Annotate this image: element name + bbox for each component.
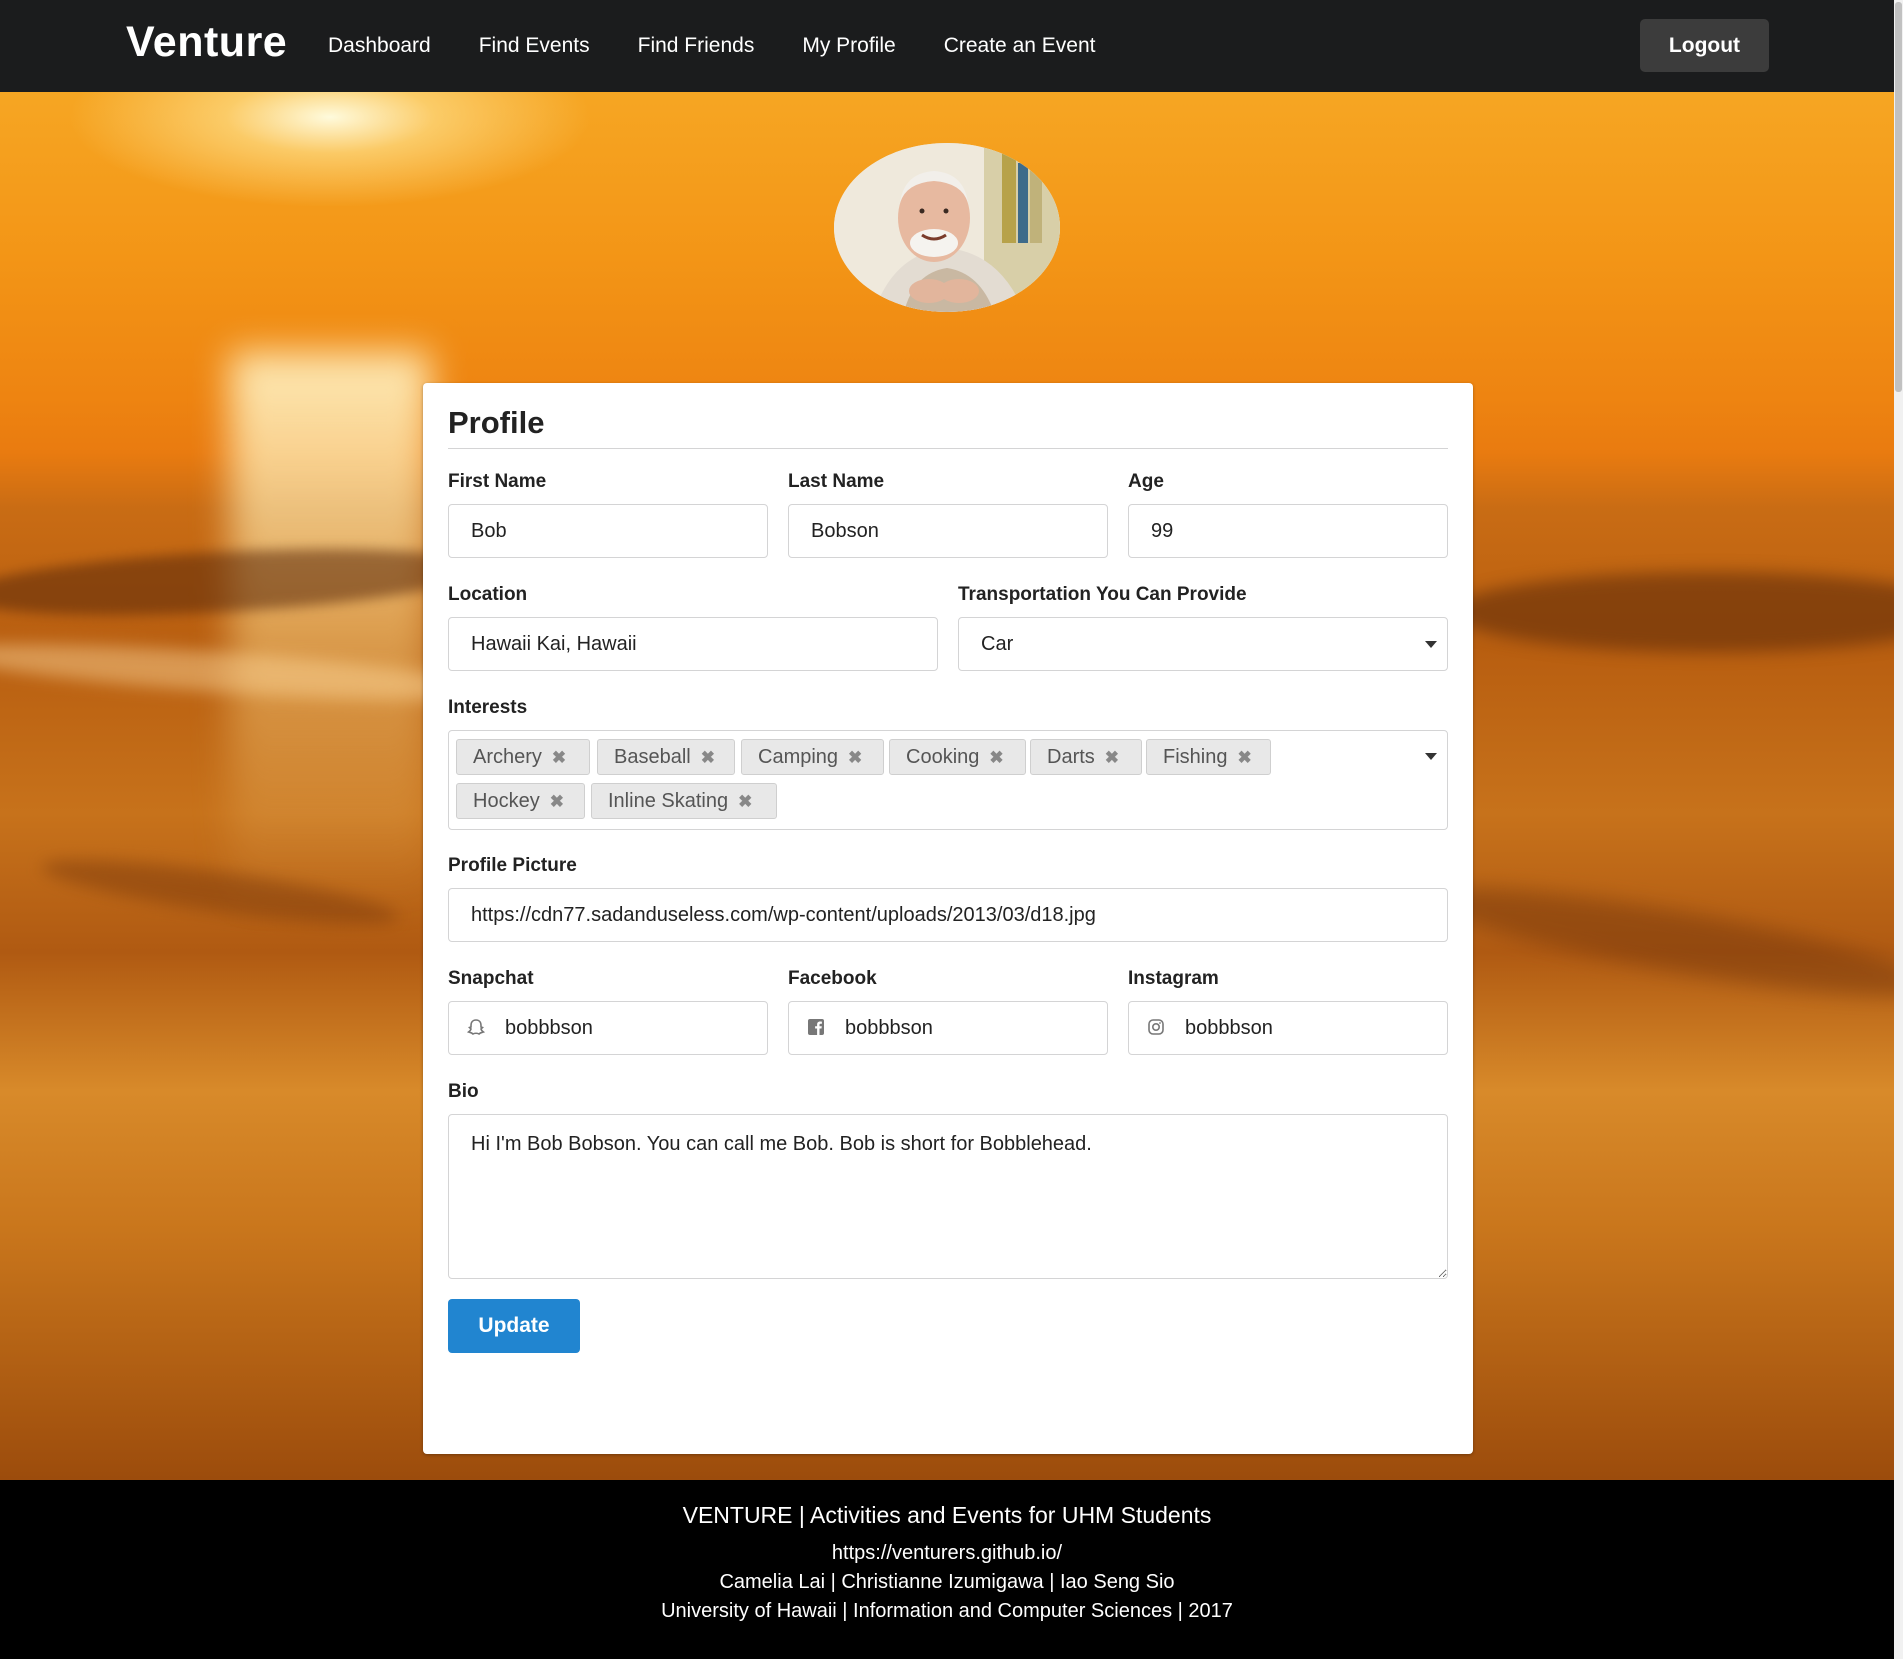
- interest-chip-hockey: Hockey ✖: [456, 783, 585, 819]
- close-icon[interactable]: ✖: [1237, 741, 1251, 775]
- nav-link-find-friends[interactable]: Find Friends: [638, 34, 755, 58]
- brand-logo[interactable]: Venture: [126, 18, 287, 67]
- interest-chip-camping: Camping ✖: [741, 739, 884, 775]
- sun-reflection: [230, 352, 430, 912]
- caret-down-icon: [1425, 641, 1437, 648]
- close-icon[interactable]: ✖: [848, 741, 862, 775]
- interest-chip-inline-skating: Inline Skating ✖: [591, 783, 777, 819]
- age-field[interactable]: [1128, 504, 1448, 558]
- first-name-label: First Name: [448, 471, 547, 492]
- interest-chip-cooking: Cooking ✖: [889, 739, 1026, 775]
- nav-link-my-profile[interactable]: My Profile: [802, 34, 895, 58]
- footer-tagline: VENTURE | Activities and Events for UHM …: [682, 1502, 1212, 1528]
- chip-label: Fishing: [1163, 746, 1228, 768]
- top-navbar: Venture Dashboard Find Events Find Frien…: [0, 0, 1894, 92]
- wave-shadow: [1450, 572, 1894, 652]
- scrollbar-thumb[interactable]: [1895, 2, 1902, 392]
- age-label: Age: [1128, 471, 1164, 492]
- interest-chip-fishing: Fishing ✖: [1146, 739, 1271, 775]
- interest-chip-baseball: Baseball ✖: [597, 739, 735, 775]
- caret-down-icon: [1425, 753, 1437, 760]
- transportation-dropdown[interactable]: Car: [958, 617, 1448, 671]
- instagram-icon: [1146, 1018, 1166, 1038]
- close-icon[interactable]: ✖: [738, 785, 752, 819]
- chip-label: Cooking: [906, 746, 980, 768]
- facebook-field[interactable]: [788, 1001, 1108, 1055]
- snapchat-field[interactable]: [448, 1001, 768, 1055]
- nav-links: Dashboard Find Events Find Friends My Pr…: [328, 0, 1143, 92]
- profile-card: Profile First Name Last Name Age Locatio…: [423, 383, 1473, 1454]
- page-scrollbar[interactable]: [1894, 0, 1903, 1659]
- nav-link-create-event[interactable]: Create an Event: [944, 34, 1096, 58]
- chip-label: Darts: [1047, 746, 1095, 768]
- instagram-label: Instagram: [1128, 968, 1219, 989]
- snapchat-label: Snapchat: [448, 968, 534, 989]
- interest-chip-darts: Darts ✖: [1030, 739, 1142, 775]
- profile-picture-url-field[interactable]: [448, 888, 1448, 942]
- interest-chip-archery: Archery ✖: [456, 739, 590, 775]
- interests-label: Interests: [448, 697, 528, 718]
- chip-label: Archery: [473, 746, 542, 768]
- avatar-photo: [834, 143, 1060, 312]
- close-icon[interactable]: ✖: [1105, 741, 1119, 775]
- transportation-selected-value: Car: [981, 633, 1014, 655]
- profile-avatar: [834, 143, 1060, 312]
- chip-label: Camping: [758, 746, 839, 768]
- facebook-icon: [806, 1018, 826, 1038]
- transportation-label: Transportation You Can Provide: [958, 584, 1247, 605]
- footer-authors: Camelia Lai | Christianne Izumigawa | Ia…: [719, 1571, 1175, 1593]
- first-name-field[interactable]: [448, 504, 768, 558]
- close-icon[interactable]: ✖: [701, 741, 715, 775]
- page-title: Profile: [448, 405, 545, 440]
- logout-button[interactable]: Logout: [1640, 19, 1769, 72]
- page-footer: VENTURE | Activities and Events for UHM …: [0, 1480, 1894, 1659]
- location-field[interactable]: [448, 617, 938, 671]
- bio-label: Bio: [448, 1081, 479, 1102]
- close-icon[interactable]: ✖: [552, 741, 566, 775]
- location-label: Location: [448, 584, 528, 605]
- profile-picture-label: Profile Picture: [448, 855, 577, 876]
- close-icon[interactable]: ✖: [550, 785, 564, 819]
- instagram-field[interactable]: [1128, 1001, 1448, 1055]
- bio-textarea[interactable]: Hi I'm Bob Bobson. You can call me Bob. …: [448, 1114, 1448, 1279]
- close-icon[interactable]: ✖: [989, 741, 1003, 775]
- nav-link-dashboard[interactable]: Dashboard: [328, 34, 431, 58]
- footer-credits: University of Hawaii | Information and C…: [661, 1600, 1233, 1622]
- last-name-field[interactable]: [788, 504, 1108, 558]
- update-button[interactable]: Update: [448, 1299, 580, 1353]
- snapchat-icon: [466, 1018, 486, 1038]
- chip-label: Hockey: [473, 790, 540, 812]
- title-divider: [448, 448, 1448, 449]
- chip-label: Baseball: [614, 746, 691, 768]
- wave-shadow: [1418, 867, 1894, 1017]
- last-name-label: Last Name: [788, 471, 885, 492]
- nav-link-find-events[interactable]: Find Events: [479, 34, 590, 58]
- footer-link[interactable]: https://venturers.github.io/: [0, 1542, 1894, 1565]
- chip-label: Inline Skating: [608, 790, 729, 812]
- facebook-label: Facebook: [788, 968, 877, 989]
